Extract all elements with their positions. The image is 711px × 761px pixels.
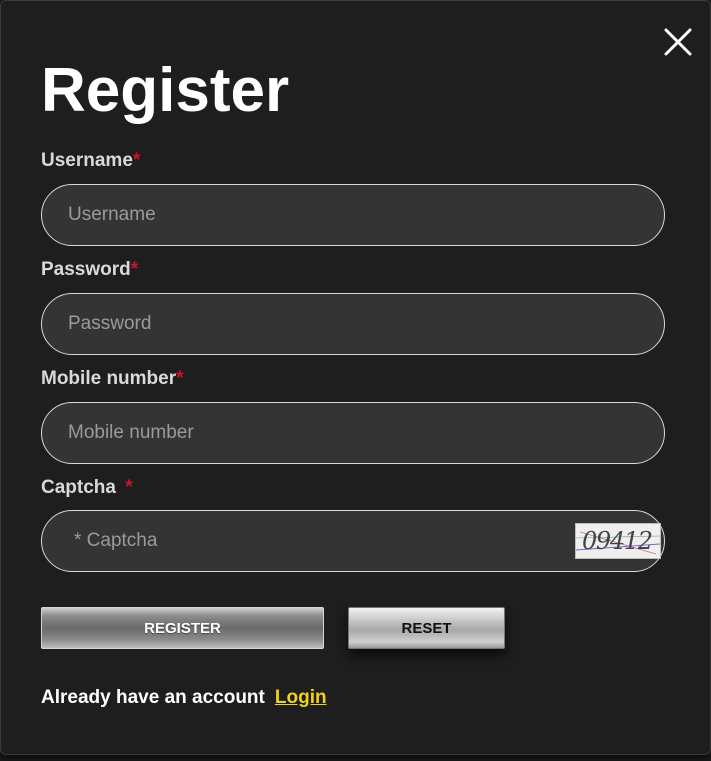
register-dialog: Register Username* Password* Mobile numb… <box>0 0 711 755</box>
login-prompt-text: Already have an account <box>41 687 265 708</box>
mobile-label-text: Mobile number <box>41 368 177 389</box>
close-icon <box>664 28 692 56</box>
password-label: Password* <box>41 259 138 281</box>
captcha-image[interactable]: 09412 <box>575 523 661 559</box>
register-button[interactable]: REGISTER <box>41 607 324 649</box>
password-label-text: Password <box>41 259 131 280</box>
required-mark: * <box>176 368 184 389</box>
required-mark: * <box>125 477 133 498</box>
mobile-number-input[interactable] <box>41 402 665 464</box>
mobile-label: Mobile number* <box>41 368 184 390</box>
captcha-label: Captcha * <box>41 477 133 499</box>
captcha-label-text: Captcha <box>41 477 122 498</box>
username-label-text: Username <box>41 150 133 171</box>
close-button[interactable] <box>663 27 693 57</box>
required-mark: * <box>132 150 141 171</box>
captcha-input[interactable] <box>41 510 665 572</box>
username-label: Username* <box>41 150 140 172</box>
reset-button[interactable]: RESET <box>348 607 505 649</box>
required-mark: * <box>130 259 139 280</box>
login-link[interactable]: Login <box>275 687 327 708</box>
password-input[interactable] <box>41 293 665 355</box>
captcha-code: 09412 <box>582 527 654 555</box>
dialog-title: Register <box>41 56 290 125</box>
login-prompt: Already have an account Login <box>41 687 327 709</box>
username-input[interactable] <box>41 184 665 246</box>
